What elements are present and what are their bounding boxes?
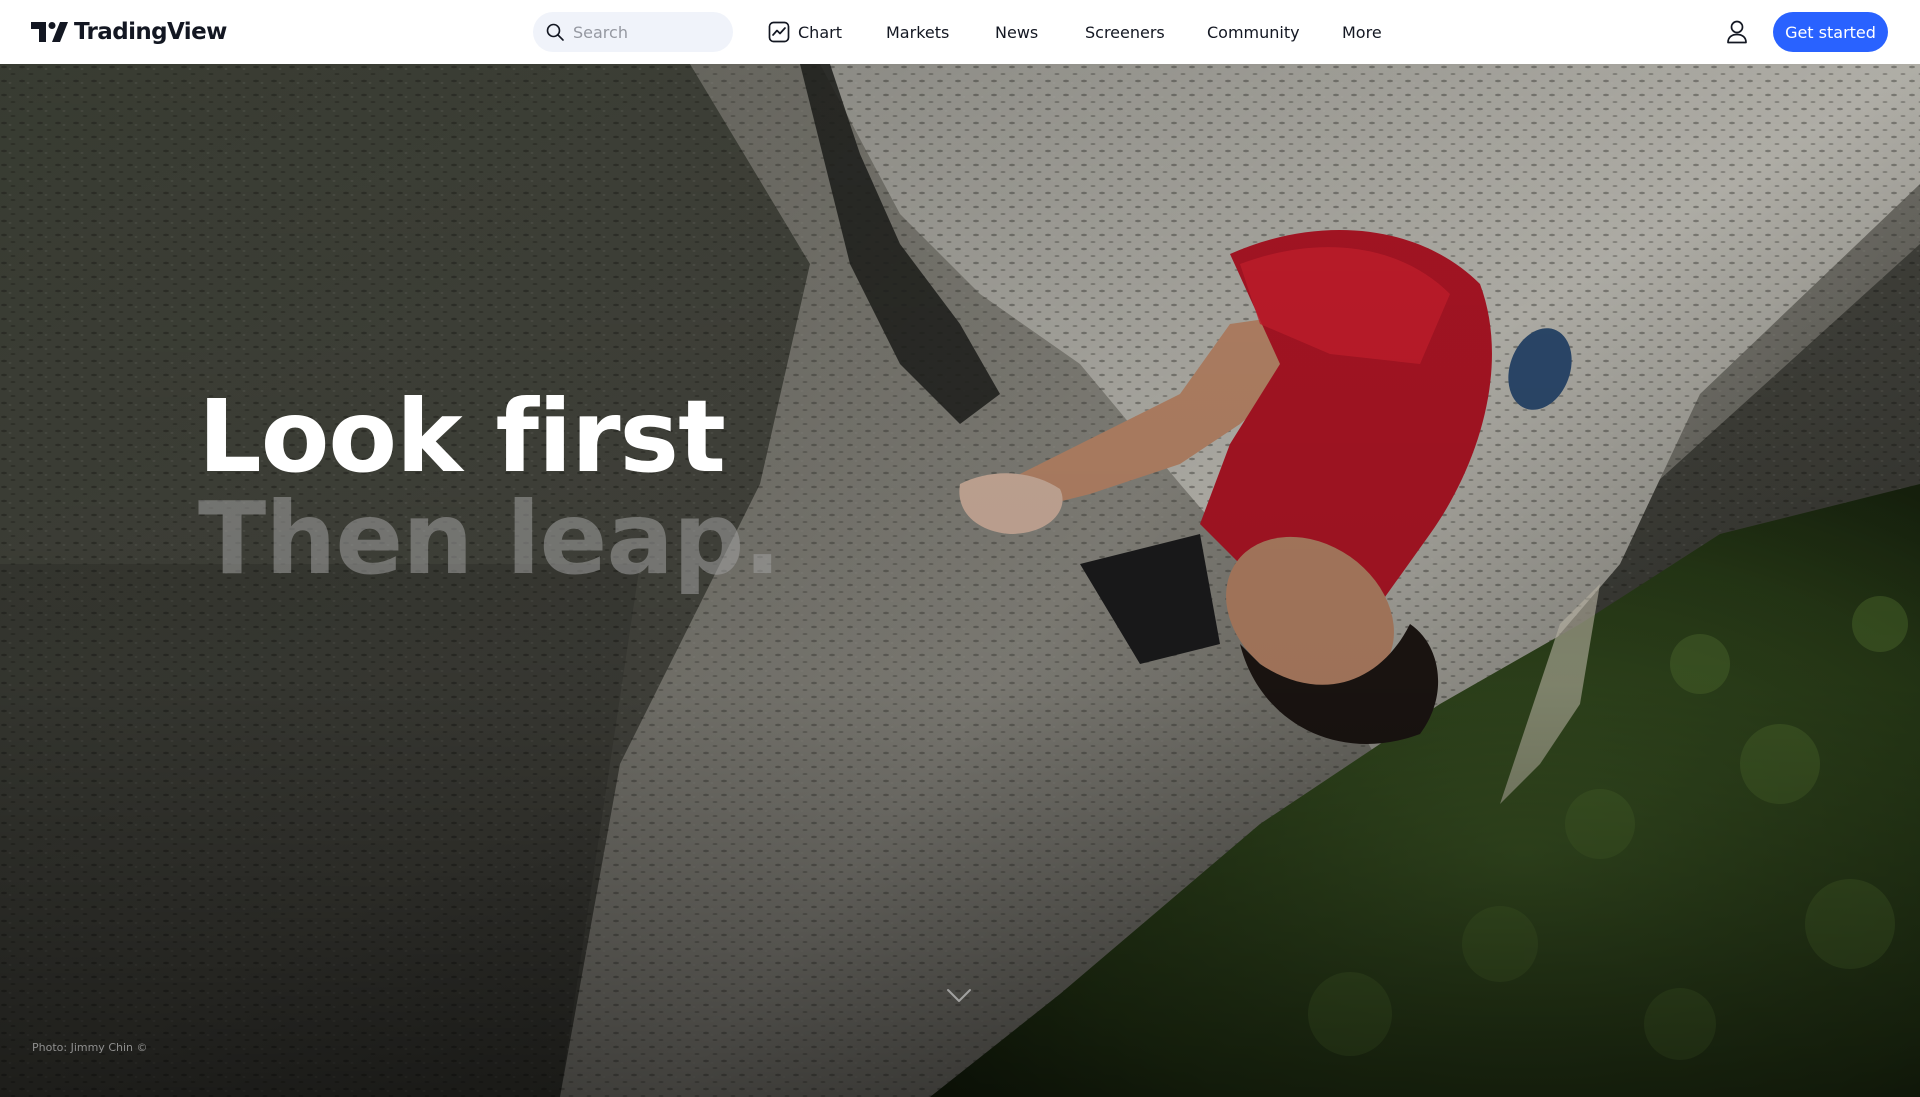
nav-screeners-label: Screeners [1085,22,1165,42]
nav-markets[interactable]: Markets [886,0,949,64]
nav-chart[interactable]: Chart [768,0,842,64]
headline-line-2: Then leap. [198,480,781,597]
brand-name: TradingView [74,19,227,45]
nav-community[interactable]: Community [1207,0,1300,64]
nav-screeners[interactable]: Screeners [1085,0,1165,64]
nav-chart-label: Chart [798,22,842,42]
nav-markets-label: Markets [886,22,950,42]
tradingview-logo-icon [31,22,68,42]
top-nav-bar: TradingView Chart Markets News Screeners… [0,0,1920,64]
chart-icon [768,21,790,43]
headline-line-1: Look first [198,378,726,495]
nav-more[interactable]: More [1342,0,1382,64]
search-input[interactable] [573,22,723,42]
hero-headline: Look first Then leap. [198,378,781,597]
search-box[interactable] [533,12,733,52]
get-started-button[interactable]: Get started [1773,12,1888,52]
nav-community-label: Community [1207,22,1300,42]
tradingview-logo[interactable]: TradingView [31,19,227,45]
nav-news[interactable]: News [995,0,1038,64]
user-menu-button[interactable] [1724,18,1750,46]
hero-section: Look first Then leap. Photo: Jimmy Chin … [0,64,1920,1097]
search-icon [546,23,564,41]
photo-credit: Photo: Jimmy Chin © [32,1041,148,1054]
user-icon [1727,20,1747,44]
chevron-down-icon[interactable] [946,988,972,1004]
nav-more-label: More [1342,22,1382,42]
nav-news-label: News [995,22,1039,42]
